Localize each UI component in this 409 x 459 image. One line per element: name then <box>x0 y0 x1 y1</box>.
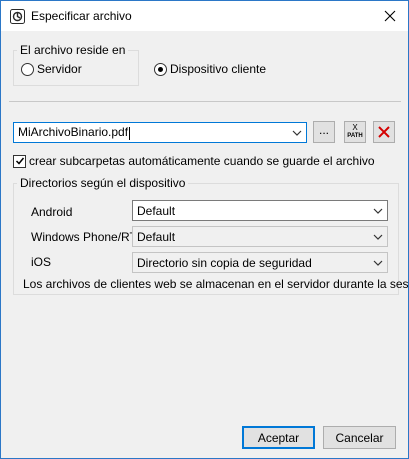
radio-servidor-label: Servidor <box>37 62 82 76</box>
accept-button[interactable]: Aceptar <box>242 426 315 449</box>
create-subfolders-label: crear subcarpetas automáticamente cuando… <box>29 154 375 168</box>
xpath-button[interactable]: X PATH <box>344 121 366 143</box>
create-subfolders-box[interactable] <box>13 154 26 168</box>
close-button[interactable] <box>380 6 400 26</box>
windows-phone-label: Windows Phone/RT <box>31 230 137 244</box>
radio-dispositivo-cliente-circle[interactable] <box>154 62 167 76</box>
title-bar: Especificar archivo <box>1 1 408 31</box>
radio-servidor[interactable]: Servidor <box>21 62 82 76</box>
red-x-icon <box>378 126 390 138</box>
window-title: Especificar archivo <box>31 9 132 23</box>
xpath-icon-bottom: PATH <box>347 133 363 139</box>
xpath-icon-top: X <box>352 123 358 132</box>
chevron-down-icon[interactable] <box>369 253 387 272</box>
device-directories-legend: Directorios según el dispositivo <box>17 176 189 190</box>
cancel-button[interactable]: Cancelar <box>323 426 396 449</box>
file-path-value: MiArchivoBinario.pdf <box>18 125 131 140</box>
windows-phone-dir-combo[interactable]: Default <box>132 226 388 247</box>
file-location-legend: El archivo reside en <box>17 43 129 57</box>
radio-dispositivo-cliente[interactable]: Dispositivo cliente <box>154 62 266 76</box>
file-path-combo[interactable]: MiArchivoBinario.pdf <box>13 122 307 143</box>
android-dir-combo[interactable]: Default <box>132 200 388 221</box>
ios-dir-combo[interactable]: Directorio sin copia de seguridad <box>132 252 388 273</box>
chevron-down-icon[interactable] <box>369 201 387 220</box>
chevron-down-icon[interactable] <box>288 123 306 142</box>
windows-phone-dir-value: Default <box>137 229 176 244</box>
web-clients-note: Los archivos de clientes web se almacena… <box>23 277 409 291</box>
android-label: Android <box>31 205 73 219</box>
accept-button-label: Aceptar <box>257 430 300 445</box>
cancel-button-label: Cancelar <box>335 430 384 445</box>
checkmark-icon <box>15 157 24 165</box>
close-icon <box>384 10 396 22</box>
chevron-down-icon[interactable] <box>369 227 387 246</box>
ios-dir-value: Directorio sin copia de seguridad <box>137 255 312 270</box>
ios-label: iOS <box>31 255 52 269</box>
specify-file-dialog: Especificar archivo El archivo reside en… <box>0 0 409 459</box>
clear-button[interactable] <box>373 121 395 143</box>
separator <box>9 101 401 102</box>
radio-servidor-circle[interactable] <box>21 62 34 76</box>
altova-app-icon <box>10 9 25 24</box>
browse-button-label: ... <box>318 123 329 137</box>
browse-button[interactable]: ... <box>313 121 335 143</box>
create-subfolders-checkbox[interactable]: crear subcarpetas automáticamente cuando… <box>13 154 375 168</box>
radio-dispositivo-cliente-label: Dispositivo cliente <box>170 62 267 76</box>
android-dir-value: Default <box>137 203 176 218</box>
